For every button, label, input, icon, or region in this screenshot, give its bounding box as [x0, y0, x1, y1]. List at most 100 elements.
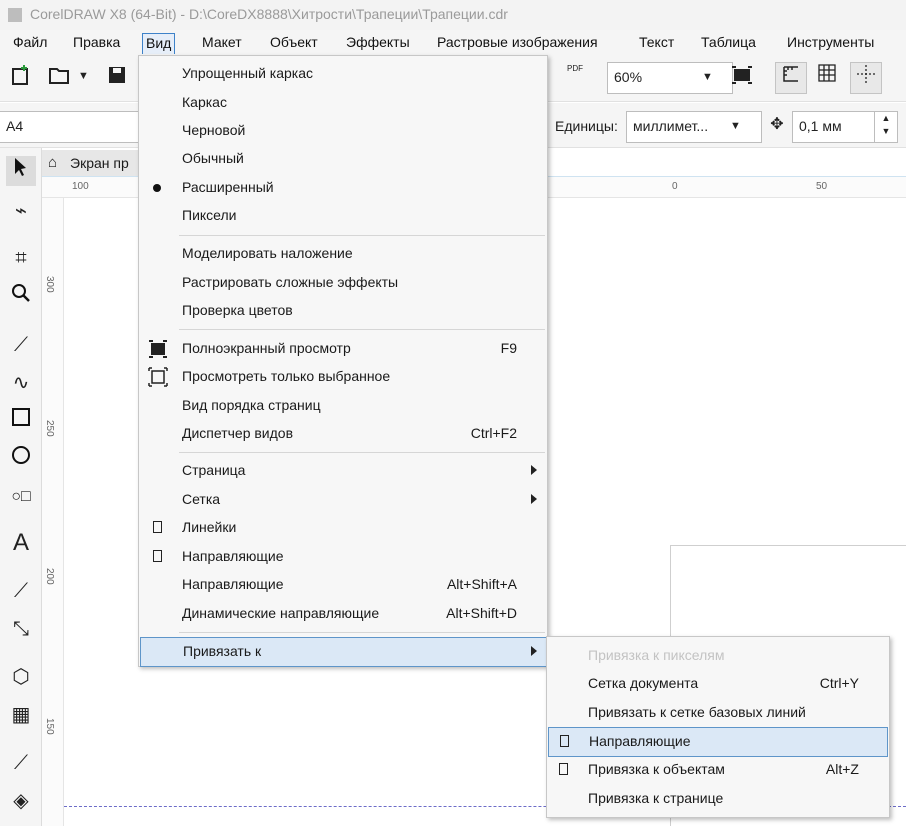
- menu-item-draft[interactable]: Черновой: [139, 117, 547, 145]
- new-document-icon[interactable]: [8, 64, 34, 92]
- menu-item-label: Страница: [182, 462, 246, 478]
- connector-tool-icon[interactable]: ⤡: [6, 614, 36, 644]
- menu-item-label: Моделировать наложение: [182, 245, 353, 261]
- nudge-distance-field[interactable]: 0,1 мм: [792, 111, 886, 143]
- freehand-tool-icon[interactable]: ⟋: [6, 330, 36, 360]
- ruler-label: 100: [72, 181, 89, 192]
- menu-item-preview-selected[interactable]: Просмотреть только выбранное: [139, 363, 547, 391]
- save-icon[interactable]: [104, 64, 130, 92]
- menu-bitmaps[interactable]: Растровые изображения: [434, 33, 601, 53]
- show-rulers-icon[interactable]: [775, 62, 807, 94]
- checkbox-icon: [560, 735, 569, 747]
- pdf-label: PDF: [567, 64, 583, 73]
- ruler-label: 250: [44, 420, 55, 437]
- submenu-item-label: Сетка документа: [588, 675, 699, 691]
- menu-view[interactable]: Вид: [142, 33, 176, 55]
- shape-tool-icon[interactable]: ⌁: [6, 196, 36, 226]
- ruler-label: 300: [44, 276, 55, 293]
- menu-item-view-manager[interactable]: Диспетчер видов Ctrl+F2: [139, 420, 547, 448]
- menu-item-shortcut: Ctrl+F2: [470, 425, 517, 441]
- nudge-spinner[interactable]: ▲ ▼: [874, 111, 898, 143]
- menu-table[interactable]: Таблица: [698, 33, 759, 53]
- polygon-tool-icon[interactable]: ○□: [6, 482, 36, 512]
- zoom-tool-icon[interactable]: [6, 282, 36, 312]
- menu-text[interactable]: Текст: [636, 33, 677, 53]
- text-tool-icon[interactable]: A: [6, 528, 36, 558]
- eyedropper-tool-icon[interactable]: ⟋: [6, 748, 36, 778]
- crop-tool-icon[interactable]: ⌗: [6, 243, 36, 273]
- menu-item-rulers[interactable]: Линейки: [139, 514, 547, 542]
- zoom-level-field[interactable]: 60%: [607, 62, 733, 94]
- menu-item-label: Сетка: [182, 491, 221, 507]
- menu-layout[interactable]: Макет: [199, 33, 245, 53]
- document-tab-title: Экран пр: [70, 155, 129, 171]
- menu-item-enhanced[interactable]: Расширенный: [139, 174, 547, 202]
- units-select[interactable]: миллимет...: [626, 111, 762, 143]
- menu-item-wireframe[interactable]: Каркас: [139, 89, 547, 117]
- menu-item-label: Черновой: [182, 122, 246, 138]
- menu-item-label: Динамические направляющие: [182, 605, 380, 621]
- pick-tool-icon[interactable]: [6, 156, 36, 186]
- zoom-dropdown-icon[interactable]: ▼: [702, 71, 713, 83]
- extrude-tool-icon[interactable]: ⬡: [6, 662, 36, 692]
- menu-item-label: Каркас: [182, 94, 227, 110]
- rectangle-tool-icon[interactable]: [6, 406, 36, 436]
- fullscreen-preview-icon[interactable]: [728, 64, 756, 92]
- home-icon[interactable]: ⌂: [48, 154, 57, 171]
- menu-tools[interactable]: Инструменты: [784, 33, 877, 53]
- menu-item-label: Диспетчер видов: [182, 425, 294, 441]
- menu-item-simulate-overprints[interactable]: Моделировать наложение: [139, 240, 547, 268]
- submenu-item-baseline-grid[interactable]: Привязать к сетке базовых линий: [547, 699, 889, 727]
- submenu-item-snap-to-pixels[interactable]: Привязка к пикселям: [547, 642, 889, 670]
- view-menu: Упрощенный каркас Каркас Черновой Обычны…: [138, 55, 548, 667]
- menu-item-grid[interactable]: Сетка: [139, 486, 547, 514]
- submenu-arrow-icon: [531, 465, 537, 475]
- parallel-dimension-tool-icon[interactable]: ⟋: [6, 576, 36, 606]
- menu-item-shortcut: Alt+Shift+A: [446, 576, 517, 592]
- open-icon[interactable]: [46, 64, 72, 92]
- menu-item-fullscreen-preview[interactable]: Полноэкранный просмотр F9: [139, 335, 547, 363]
- menu-item-pixels[interactable]: Пиксели: [139, 202, 547, 230]
- ellipse-tool-icon[interactable]: [6, 444, 36, 474]
- show-grid-icon[interactable]: [812, 62, 842, 90]
- menu-edit[interactable]: Правка: [70, 33, 123, 53]
- menu-file[interactable]: Файл: [10, 33, 50, 53]
- show-guides-icon[interactable]: [850, 62, 882, 94]
- transparency-tool-icon[interactable]: ▦: [6, 700, 36, 730]
- menu-object[interactable]: Объект: [267, 33, 321, 53]
- submenu-item-guidelines[interactable]: Направляющие: [548, 727, 888, 757]
- menu-item-guidelines-toggle[interactable]: Направляющие: [139, 543, 547, 571]
- interactive-fill-tool-icon[interactable]: ◈: [6, 786, 36, 816]
- page-size-field[interactable]: A4: [0, 111, 148, 143]
- submenu-item-snap-to-objects[interactable]: Привязка к объектам Alt+Z: [547, 756, 889, 784]
- menu-item-page-sorter-view[interactable]: Вид порядка страниц: [139, 392, 547, 420]
- nudge-value: 0,1 мм: [799, 118, 842, 134]
- ruler-label: 200: [44, 568, 55, 585]
- submenu-item-document-grid[interactable]: Сетка документа Ctrl+Y: [547, 670, 889, 698]
- submenu-item-snap-to-page[interactable]: Привязка к странице: [547, 785, 889, 813]
- submenu-item-label: Привязка к пикселям: [588, 647, 725, 663]
- units-dropdown-icon[interactable]: ▼: [730, 120, 741, 132]
- document-tab[interactable]: ⌂ Экран пр: [42, 150, 152, 176]
- title-bar: CorelDRAW X8 (64-Bit) - D:\CoreDX8888\Хи…: [0, 0, 906, 30]
- menu-effects[interactable]: Эффекты: [343, 33, 413, 53]
- menu-item-guidelines[interactable]: Направляющие Alt+Shift+A: [139, 571, 547, 599]
- vertical-ruler[interactable]: 300 250 200 150: [42, 198, 64, 826]
- menu-item-rasterize-effects[interactable]: Растрировать сложные эффекты: [139, 269, 547, 297]
- units-label: Единицы:: [555, 118, 618, 134]
- open-dropdown-icon[interactable]: ▼: [78, 70, 89, 82]
- menu-item-snap-to[interactable]: Привязать к: [140, 637, 548, 667]
- menu-item-page[interactable]: Страница: [139, 457, 547, 485]
- publish-pdf-icon[interactable]: PDF: [562, 64, 588, 74]
- submenu-item-label: Привязка к объектам: [588, 761, 725, 777]
- menu-item-normal[interactable]: Обычный: [139, 145, 547, 173]
- menu-item-dynamic-guides[interactable]: Динамические направляющие Alt+Shift+D: [139, 600, 547, 628]
- submenu-item-shortcut: Ctrl+Y: [819, 675, 859, 691]
- menu-item-proof-colors[interactable]: Проверка цветов: [139, 297, 547, 325]
- submenu-item-label: Привязка к странице: [588, 790, 724, 806]
- submenu-arrow-icon: [531, 494, 537, 504]
- menu-bar: Файл Правка Вид Макет Объект Эффекты Рас…: [0, 30, 906, 55]
- menu-item-simple-wireframe[interactable]: Упрощенный каркас: [139, 60, 547, 88]
- artistic-media-tool-icon[interactable]: ∿: [6, 368, 36, 398]
- ruler-label: 50: [816, 181, 828, 192]
